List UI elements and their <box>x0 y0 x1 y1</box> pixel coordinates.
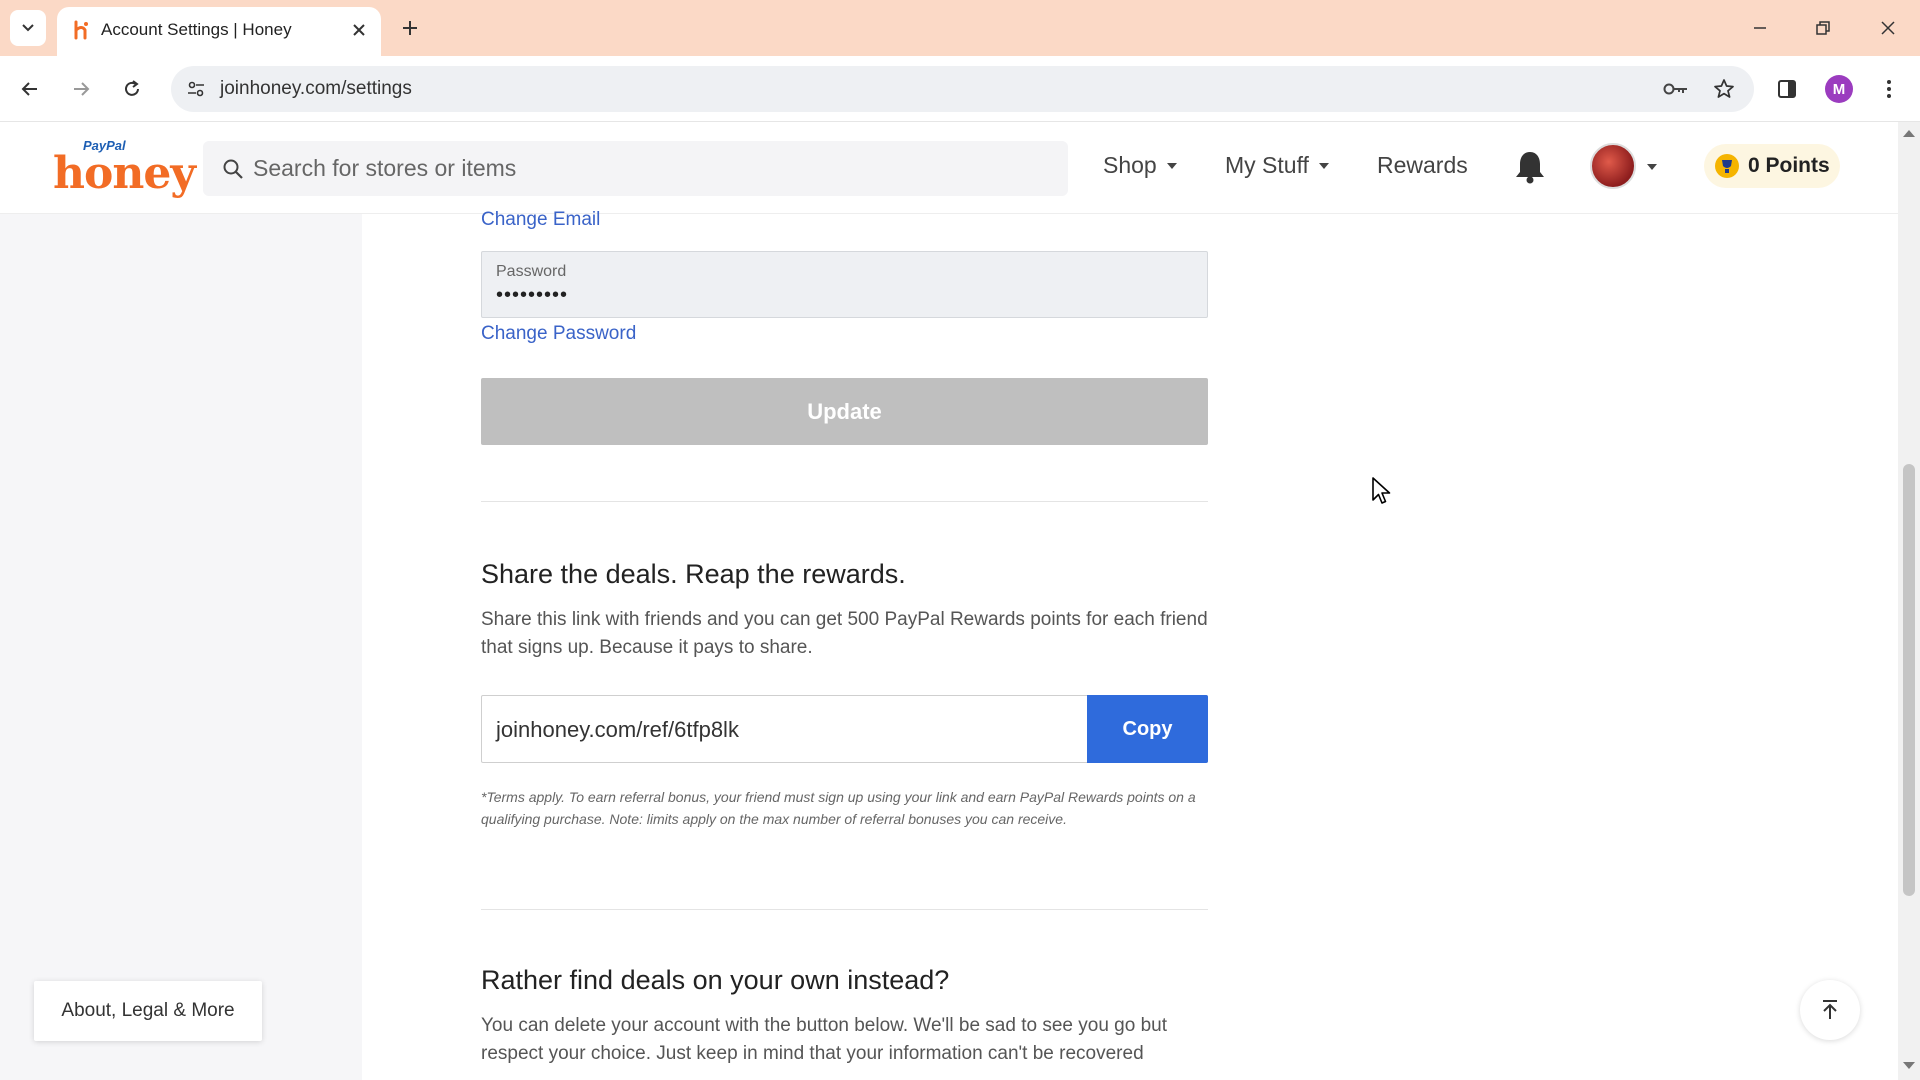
nav-shop[interactable]: Shop <box>1103 152 1177 179</box>
star-icon <box>1714 79 1734 98</box>
change-email-link[interactable]: Change Email <box>481 209 600 231</box>
minimize-icon <box>1754 27 1766 29</box>
browser-menu-button[interactable] <box>1869 69 1909 109</box>
scroll-up-arrow-icon[interactable] <box>1903 130 1915 137</box>
reload-button[interactable] <box>112 69 152 109</box>
restore-icon <box>1816 21 1830 35</box>
side-panel-button[interactable] <box>1767 69 1807 109</box>
password-key-button[interactable] <box>1661 74 1691 104</box>
points-label: 0 Points <box>1748 154 1830 177</box>
password-value: ••••••••• <box>496 284 569 306</box>
user-avatar[interactable] <box>1590 143 1636 189</box>
referral-link-box: joinhoney.com/ref/6tfp8lk Copy <box>481 695 1208 763</box>
nav-shop-label: Shop <box>1103 152 1157 178</box>
page-scrollbar[interactable] <box>1898 122 1920 1080</box>
referral-heading: Share the deals. Reap the rewards. <box>481 559 906 589</box>
minimize-button[interactable] <box>1738 8 1782 48</box>
copy-button[interactable]: Copy <box>1087 695 1208 763</box>
close-window-button[interactable] <box>1866 8 1910 48</box>
address-bar[interactable]: joinhoney.com/settings <box>171 66 1754 112</box>
close-icon <box>1881 21 1895 35</box>
search-bar[interactable] <box>203 141 1068 196</box>
nav-rewards[interactable]: Rewards <box>1377 152 1468 179</box>
site-header: PayPal honey Shop My Stuff Rewards 0 Poi… <box>0 122 1898 214</box>
tab-title: Account Settings | Honey <box>101 20 292 39</box>
profile-button[interactable]: M <box>1819 69 1859 109</box>
section-divider <box>481 501 1208 502</box>
arrow-right-icon <box>74 82 90 96</box>
chevron-down-icon <box>22 24 34 32</box>
restore-button[interactable] <box>1801 8 1845 48</box>
referral-link-value[interactable]: joinhoney.com/ref/6tfp8lk <box>496 717 739 743</box>
referral-description: Share this link with friends and you can… <box>481 609 1208 658</box>
change-password-link[interactable]: Change Password <box>481 323 636 345</box>
browser-tabbar: Account Settings | Honey <box>0 0 1920 56</box>
browser-tab-active[interactable]: Account Settings | Honey <box>57 7 381 56</box>
points-badge[interactable]: 0 Points <box>1704 144 1840 188</box>
nav-my-stuff[interactable]: My Stuff <box>1225 152 1329 179</box>
forward-button[interactable] <box>61 69 101 109</box>
scroll-down-arrow-icon[interactable] <box>1903 1062 1915 1069</box>
section-divider <box>481 909 1208 910</box>
trophy-icon <box>1715 154 1739 178</box>
avatar-caret-down-icon[interactable] <box>1647 164 1657 170</box>
left-sidebar-area <box>0 214 362 1080</box>
about-legal-button[interactable]: About, Legal & More <box>34 981 262 1041</box>
password-field[interactable]: Password ••••••••• <box>481 251 1208 318</box>
kebab-menu-icon <box>1887 80 1891 98</box>
search-icon <box>223 159 243 179</box>
reload-icon <box>125 80 139 96</box>
site-info-button[interactable] <box>179 72 213 106</box>
close-icon <box>353 24 365 36</box>
tab-close-button[interactable] <box>347 18 371 42</box>
arrow-left-icon <box>21 82 37 96</box>
nav-rewards-label: Rewards <box>1377 152 1468 178</box>
tune-icon <box>188 81 204 97</box>
password-label: Password <box>496 263 567 280</box>
plus-icon <box>403 21 417 35</box>
arrow-up-to-top-icon <box>1823 1000 1837 1019</box>
honey-logo[interactable]: PayPal honey <box>53 138 196 199</box>
profile-avatar: M <box>1825 75 1853 103</box>
nav-my-stuff-label: My Stuff <box>1225 152 1309 178</box>
url-text: joinhoney.com/settings <box>220 78 412 99</box>
about-legal-label: About, Legal & More <box>61 1000 235 1021</box>
delete-account-heading: Rather find deals on your own instead? <box>481 965 950 995</box>
back-button[interactable] <box>10 69 50 109</box>
browser-toolbar: joinhoney.com/settings M <box>0 56 1920 122</box>
referral-terms: *Terms apply. To earn referral bonus, yo… <box>481 789 1196 827</box>
mouse-cursor-icon <box>1372 477 1391 504</box>
delete-account-description: You can delete your account with the but… <box>481 1015 1167 1064</box>
update-button[interactable]: Update <box>481 378 1208 445</box>
logo-honey-text: honey <box>53 148 196 199</box>
key-icon <box>1663 83 1687 95</box>
caret-down-icon <box>1318 162 1329 169</box>
new-tab-button[interactable] <box>394 12 426 44</box>
back-to-top-button[interactable] <box>1800 980 1860 1040</box>
search-input[interactable] <box>253 141 1053 196</box>
bell-icon[interactable] <box>1513 149 1547 185</box>
caret-down-icon <box>1166 162 1177 169</box>
honey-favicon-icon <box>74 20 88 40</box>
bookmark-star-button[interactable] <box>1709 74 1739 104</box>
tab-search-button[interactable] <box>10 10 46 46</box>
scrollbar-thumb[interactable] <box>1903 464 1915 896</box>
side-panel-icon <box>1778 80 1796 98</box>
